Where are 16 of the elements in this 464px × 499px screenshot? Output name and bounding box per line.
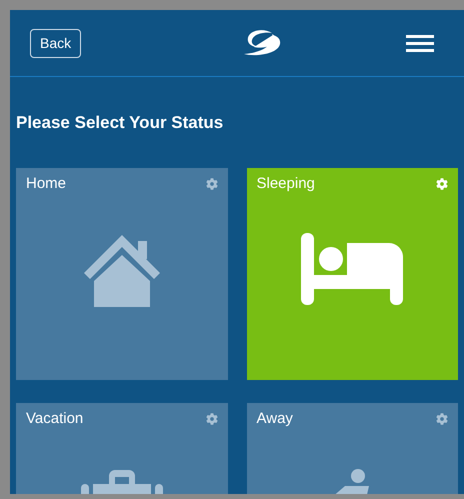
settings-icon[interactable] (436, 178, 448, 190)
page-title: Please Select Your Status (16, 112, 224, 134)
settings-icon[interactable] (206, 413, 218, 425)
menu-icon[interactable] (406, 34, 434, 52)
back-button[interactable]: Back (30, 28, 82, 58)
status-tile[interactable]: Away (246, 403, 458, 494)
status-tile[interactable]: Home (16, 168, 228, 380)
status-label: Sleeping (256, 175, 315, 193)
status-label: Home (26, 175, 66, 193)
status-label: Away (256, 410, 293, 428)
settings-icon[interactable] (436, 413, 448, 425)
bed-icon (301, 233, 404, 305)
settings-icon[interactable] (206, 178, 218, 190)
status-tile[interactable]: Vacation (16, 403, 228, 494)
status-label: Vacation (26, 410, 84, 428)
house-icon (82, 233, 162, 309)
